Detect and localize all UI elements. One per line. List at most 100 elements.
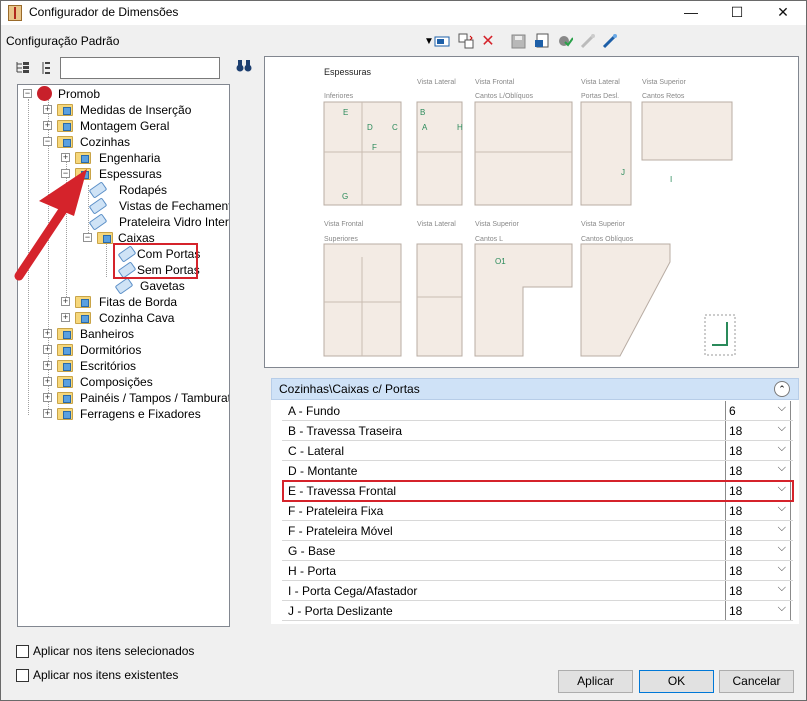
table-row[interactable]: C - Lateral 18 ⌵ (282, 441, 793, 461)
tree-node-composicoes[interactable]: + Composições (43, 374, 228, 390)
tool-disabled-icon[interactable] (579, 32, 597, 50)
collapse-toggle-icon[interactable]: − (23, 89, 32, 98)
table-row[interactable]: G - Base 18 ⌵ (282, 541, 793, 561)
prop-value-select[interactable]: 6 ⌵ (725, 401, 791, 420)
expand-toggle-icon[interactable]: + (43, 377, 52, 386)
tree-label: Banheiros (80, 327, 135, 341)
tree-node-vistas[interactable]: Vistas de Fechamento (88, 197, 229, 215)
minimize-button[interactable]: — (668, 1, 714, 25)
ok-button[interactable]: OK (639, 670, 714, 693)
expand-toggle-icon[interactable]: + (43, 393, 52, 402)
expand-toggle-icon[interactable]: + (43, 361, 52, 370)
tree-node-escritorios[interactable]: + Escritórios (43, 358, 228, 374)
prop-value-select[interactable]: 18 ⌵ (725, 421, 791, 440)
prop-value: 18 (729, 524, 743, 538)
svg-text:C: C (392, 123, 398, 132)
tree-label: Composições (80, 375, 153, 389)
tree-node-rodapes[interactable]: Rodapés (88, 181, 220, 199)
collapse-toggle-icon[interactable]: − (43, 137, 52, 146)
prop-value-select[interactable]: 18 ⌵ (725, 501, 791, 520)
label-vista-lateral-1: Vista Lateral (417, 79, 456, 86)
tree-node-cozinha-cava[interactable]: + Cozinha Cava (61, 310, 226, 326)
chevron-down-icon[interactable]: ⌵ (778, 502, 786, 515)
tree-node-prateleira[interactable]: Prateleira Vidro Interna (88, 213, 229, 231)
prop-value-select[interactable]: 18 ⌵ (725, 601, 791, 620)
tree-node-banheiros[interactable]: + Banheiros (43, 326, 228, 342)
cancel-button[interactable]: Cancelar (719, 670, 794, 693)
expand-toggle-icon[interactable]: + (43, 105, 52, 114)
table-row[interactable]: H - Porta 18 ⌵ (282, 561, 793, 581)
prop-value: 18 (729, 604, 743, 618)
label-inferiores: Inferiores (324, 93, 354, 100)
delete-icon[interactable]: ✕ (479, 32, 497, 50)
tree-label: Painéis / Tampos / Tamburatos (80, 391, 230, 405)
prop-value: 18 (729, 564, 743, 578)
tree-node-montagem[interactable]: + Montagem Geral (43, 118, 228, 134)
label-cantos-retos: Cantos Retos (642, 93, 685, 100)
svg-text:I: I (670, 175, 672, 184)
folder-icon (57, 328, 73, 340)
binoculars-icon[interactable] (236, 59, 252, 76)
chevron-down-icon[interactable]: ⌵ (778, 602, 786, 615)
table-row[interactable]: I - Porta Cega/Afastador 18 ⌵ (282, 581, 793, 601)
prop-value: 18 (729, 504, 743, 518)
apply-selected-checkbox[interactable] (16, 645, 29, 658)
label-portas-desl: Portas Desl. (581, 93, 619, 100)
settings-check-icon[interactable] (556, 32, 574, 50)
chevron-down-icon[interactable]: ⌵ (778, 542, 786, 555)
collapse-all-icon[interactable] (39, 60, 51, 79)
svg-text:A: A (422, 123, 428, 132)
export-icon[interactable] (533, 32, 551, 50)
tree-node-ferragens[interactable]: + Ferragens e Fixadores (43, 406, 228, 422)
expand-all-icon[interactable] (15, 60, 31, 79)
tree-node-promob[interactable]: − Promob (23, 86, 223, 102)
tool-brush-icon[interactable] (601, 32, 619, 50)
prop-value-select[interactable]: 18 ⌵ (725, 521, 791, 540)
expand-toggle-icon[interactable]: + (43, 409, 52, 418)
save-icon[interactable] (509, 32, 527, 50)
expand-toggle-icon[interactable]: + (43, 329, 52, 338)
close-button[interactable]: ✕ (760, 1, 806, 25)
prop-name: C - Lateral (288, 444, 345, 458)
search-input[interactable] (60, 57, 220, 79)
collapse-up-icon[interactable]: ⌃ (774, 381, 790, 397)
prop-value-select[interactable]: 18 ⌵ (725, 561, 791, 580)
chevron-down-icon[interactable]: ⌵ (778, 402, 786, 415)
folder-icon (57, 136, 73, 148)
maximize-button[interactable]: ☐ (714, 1, 760, 25)
highlight-box-row (282, 480, 794, 502)
chevron-down-icon[interactable]: ⌵ (778, 522, 786, 535)
prop-value-select[interactable]: 18 ⌵ (725, 441, 791, 460)
label-vista-lateral-2: Vista Lateral (581, 79, 620, 86)
table-row[interactable]: F - Prateleira Móvel 18 ⌵ (282, 521, 793, 541)
prop-value-select[interactable]: 18 ⌵ (725, 461, 791, 480)
chevron-down-icon[interactable]: ⌵ (778, 582, 786, 595)
chevron-down-icon[interactable]: ⌵ (778, 462, 786, 475)
expand-toggle-icon[interactable]: + (43, 121, 52, 130)
chevron-down-icon[interactable]: ⌵ (778, 562, 786, 575)
folder-icon (57, 360, 73, 372)
tree-node-medidas[interactable]: + Medidas de Inserção (43, 102, 228, 118)
expand-toggle-icon[interactable]: + (61, 313, 70, 322)
title-bar: Configurador de Dimensões — ☐ ✕ (1, 1, 806, 25)
tree-node-dormitorios[interactable]: + Dormitórios (43, 342, 228, 358)
chevron-down-icon[interactable]: ⌵ (778, 442, 786, 455)
tree-node-gavetas[interactable]: Gavetas (114, 277, 206, 295)
expand-toggle-icon[interactable]: + (43, 345, 52, 354)
apply-button[interactable]: Aplicar (558, 670, 633, 693)
tree-node-cozinhas[interactable]: − Cozinhas (43, 134, 228, 150)
tree-node-fitas[interactable]: + Fitas de Borda (61, 294, 226, 310)
table-row[interactable]: B - Travessa Traseira 18 ⌵ (282, 421, 793, 441)
expand-toggle-icon[interactable]: + (61, 297, 70, 306)
table-row[interactable]: D - Montante 18 ⌵ (282, 461, 793, 481)
prop-value-select[interactable]: 18 ⌵ (725, 581, 791, 600)
table-row[interactable]: A - Fundo 6 ⌵ (282, 401, 793, 421)
config-edit-icon[interactable] (433, 32, 451, 50)
chevron-down-icon[interactable]: ⌵ (778, 422, 786, 435)
table-row[interactable]: F - Prateleira Fixa 18 ⌵ (282, 501, 793, 521)
apply-existing-checkbox[interactable] (16, 669, 29, 682)
prop-value-select[interactable]: 18 ⌵ (725, 541, 791, 560)
tree-node-paineis[interactable]: + Painéis / Tampos / Tamburatos (43, 390, 230, 406)
copy-config-icon[interactable] (457, 32, 475, 50)
table-row[interactable]: J - Porta Deslizante 18 ⌵ (282, 601, 793, 621)
